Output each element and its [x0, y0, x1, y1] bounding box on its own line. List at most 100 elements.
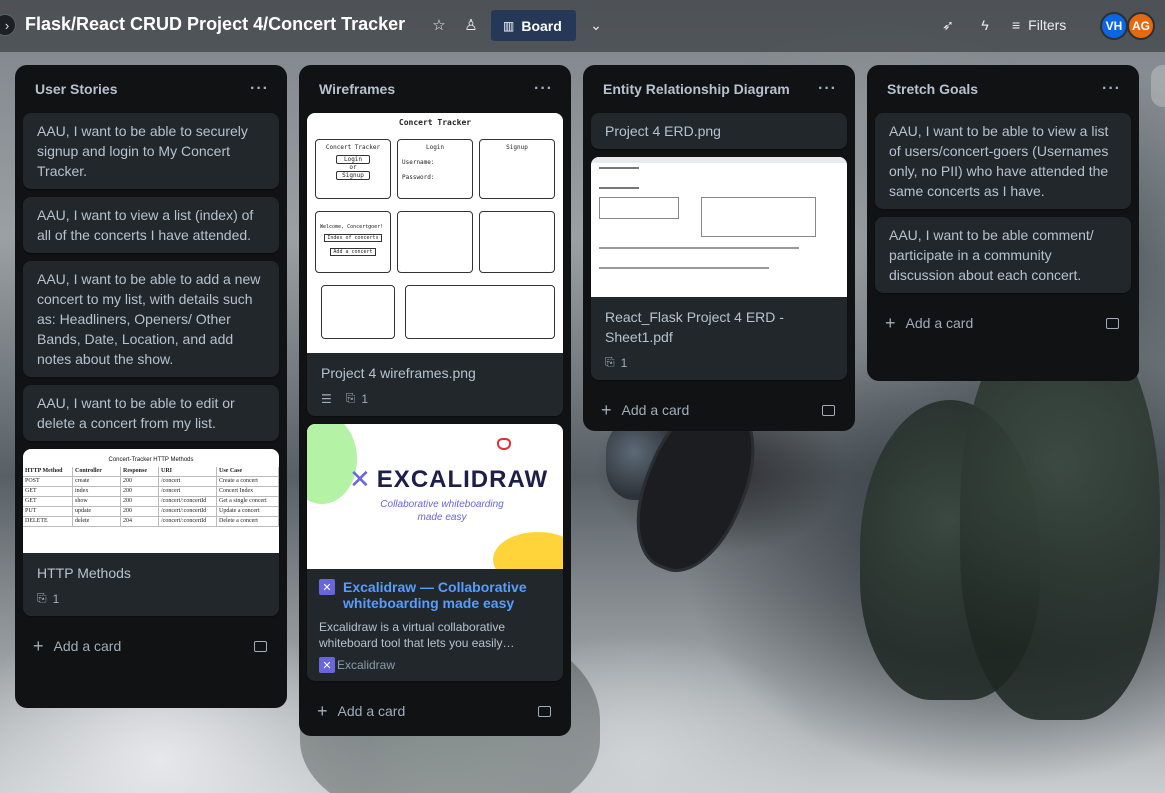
add-card-button[interactable]: + Add a card [875, 301, 1131, 345]
sheet-cell: 200 [121, 507, 159, 517]
sheet-cell: GET [23, 497, 73, 507]
attachment-icon: ⎘ [605, 355, 615, 369]
automation-icon[interactable]: ϟ [975, 15, 995, 35]
decor-shape [493, 532, 563, 569]
sheet-cell: 200 [121, 497, 159, 507]
sheet-cell: 200 [121, 487, 159, 497]
wireframe-landing-title: Concert Tracker [325, 144, 381, 151]
power-ups-icon[interactable]: ➶ [938, 15, 958, 35]
link-site-name: Excalidraw [337, 658, 396, 672]
add-list-button[interactable] [1151, 65, 1165, 107]
wireframe-signup: Signup [479, 139, 555, 199]
attachment-count: 1 [620, 355, 628, 370]
wireframe-or: or [349, 164, 357, 171]
template-icon[interactable] [1106, 317, 1119, 329]
sheet-cell: /concert/:concertId [159, 497, 217, 507]
wireframe-login: Login Username: Password: [397, 139, 473, 199]
list-wireframes: Wireframes ··· Concert Tracker Concert T… [299, 65, 571, 736]
board-view-button[interactable]: ▥ Board [491, 10, 576, 41]
visibility-icon[interactable]: ♙ [461, 15, 481, 35]
attachment-count: 1 [52, 591, 60, 606]
list-card[interactable]: Project 4 ERD.png [591, 113, 847, 149]
board-view-label: Board [521, 17, 562, 34]
card-text: AAU, I want to be able to view a list of… [889, 123, 1109, 199]
add-card-button[interactable]: + Add a card [591, 388, 847, 432]
sheet-cell: Get a single concert [217, 497, 279, 507]
wireframe-community [405, 285, 555, 339]
list-card[interactable]: AAU, I want to be able to view a list of… [875, 113, 1131, 209]
excalidraw-tagline: Collaborative whiteboarding made easy [380, 499, 504, 523]
excalidraw-brand: EXCALIDRAW [376, 465, 549, 493]
excalidraw-link-card[interactable]: ✕ EXCALIDRAW Collaborative whiteboarding… [307, 424, 563, 681]
sheet-title: Concert-Tracker HTTP Methods [108, 457, 194, 463]
card-title: HTTP Methods [37, 565, 131, 581]
description-icon: ☰ [321, 391, 332, 406]
board-icon: ▥ [503, 18, 514, 33]
board-header: › Flask/React CRUD Project 4/Concert Tra… [0, 0, 1165, 52]
board-title[interactable]: Flask/React CRUD Project 4/Concert Track… [25, 14, 405, 35]
sheet-column-header: Response [121, 467, 159, 477]
add-card-label: Add a card [337, 703, 406, 719]
card-cover-image: Concert-Tracker HTTP Methods HTTP Method… [23, 449, 279, 553]
list-menu-icon[interactable]: ··· [534, 80, 553, 98]
link-description: Excalidraw is a virtual collaborative wh… [319, 620, 515, 650]
star-icon[interactable]: ☆ [429, 15, 449, 35]
template-icon[interactable] [538, 705, 551, 717]
erd-pdf-card[interactable]: React_Flask Project 4 ERD - Sheet1.pdf ⎘… [591, 157, 847, 380]
list-title[interactable]: Stretch Goals [887, 81, 978, 97]
list-card[interactable]: AAU, I want to be able comment/ particip… [875, 217, 1131, 293]
sheet-text-lines [599, 167, 639, 189]
template-icon[interactable] [822, 404, 835, 416]
wireframe-password: Password: [402, 174, 435, 181]
sheet-cell: index [73, 487, 121, 497]
wireframe-app-title: Concert Tracker [398, 118, 472, 127]
table-row: POST create 200/concert Create a concert [23, 477, 279, 487]
wireframe-welcome: Welcome, Concertgoer! [320, 224, 384, 230]
list-card[interactable]: AAU, I want to be able to edit or delete… [23, 385, 279, 441]
http-methods-table: HTTP Method Controller Response URI Use Case… [23, 467, 279, 527]
http-methods-card[interactable]: Concert-Tracker HTTP Methods HTTP Method… [23, 449, 279, 616]
add-card-button[interactable]: + Add a card [307, 689, 563, 733]
sheet-table [701, 197, 816, 237]
heart-icon [497, 438, 511, 450]
sheet-cell: update [73, 507, 121, 517]
avatar[interactable]: VH [1100, 12, 1128, 40]
list-title[interactable]: Wireframes [319, 81, 395, 97]
list-card[interactable]: AAU, I want to be able to add a new conc… [23, 261, 279, 377]
list-menu-icon[interactable]: ··· [818, 80, 837, 98]
avatar[interactable]: AG [1127, 12, 1155, 40]
sheet-cell: 204 [121, 517, 159, 527]
wireframe-login-title: Login [425, 144, 445, 151]
table-row: PUT update 200/concert/:concertId Update a … [23, 507, 279, 517]
link-site: ✕ Excalidraw [307, 655, 563, 681]
attachment-count: 1 [361, 391, 369, 406]
sidebar-expand-icon[interactable]: › [0, 14, 16, 36]
template-icon[interactable] [254, 640, 267, 652]
filters-button[interactable]: ≡ Filters [1012, 17, 1066, 33]
wireframe-add-concert: Add a concert [330, 248, 376, 256]
list-erd: Entity Relationship Diagram ··· Project … [583, 65, 855, 431]
link-title[interactable]: Excalidraw — Collaborative whiteboarding… [343, 579, 551, 611]
sheet-text-lines [599, 247, 799, 249]
sheet-cell: /concert [159, 477, 217, 487]
card-text: AAU, I want to be able to edit or delete… [37, 395, 235, 431]
wireframe-index-label: Index of concerts [324, 234, 382, 242]
sheet-cell: create [73, 477, 121, 487]
add-card-button[interactable]: + Add a card [23, 624, 279, 668]
wireframe-signup-btn: Signup [336, 171, 370, 180]
excalidraw-logo-icon: ✕ [349, 464, 371, 494]
chevron-down-icon[interactable]: ⌄ [586, 15, 606, 35]
card-title: React_Flask Project 4 ERD - Sheet1.pdf [605, 309, 784, 345]
card-text: AAU, I want to be able to securely signu… [37, 123, 248, 179]
list-card[interactable]: AAU, I want to be able to securely signu… [23, 113, 279, 189]
wireframes-card[interactable]: Concert Tracker Concert Tracker Login or… [307, 113, 563, 416]
sheet-cell: Create a concert [217, 477, 279, 487]
list-menu-icon[interactable]: ··· [1102, 80, 1121, 98]
excalidraw-favicon-icon: ✕ [319, 657, 335, 673]
list-card[interactable]: AAU, I want to view a list (index) of al… [23, 197, 279, 253]
sheet-header-bar [591, 157, 847, 163]
list-title[interactable]: Entity Relationship Diagram [603, 81, 790, 97]
card-text: AAU, I want to be able to add a new conc… [37, 271, 261, 367]
list-title[interactable]: User Stories [35, 81, 117, 97]
list-menu-icon[interactable]: ··· [250, 80, 269, 98]
